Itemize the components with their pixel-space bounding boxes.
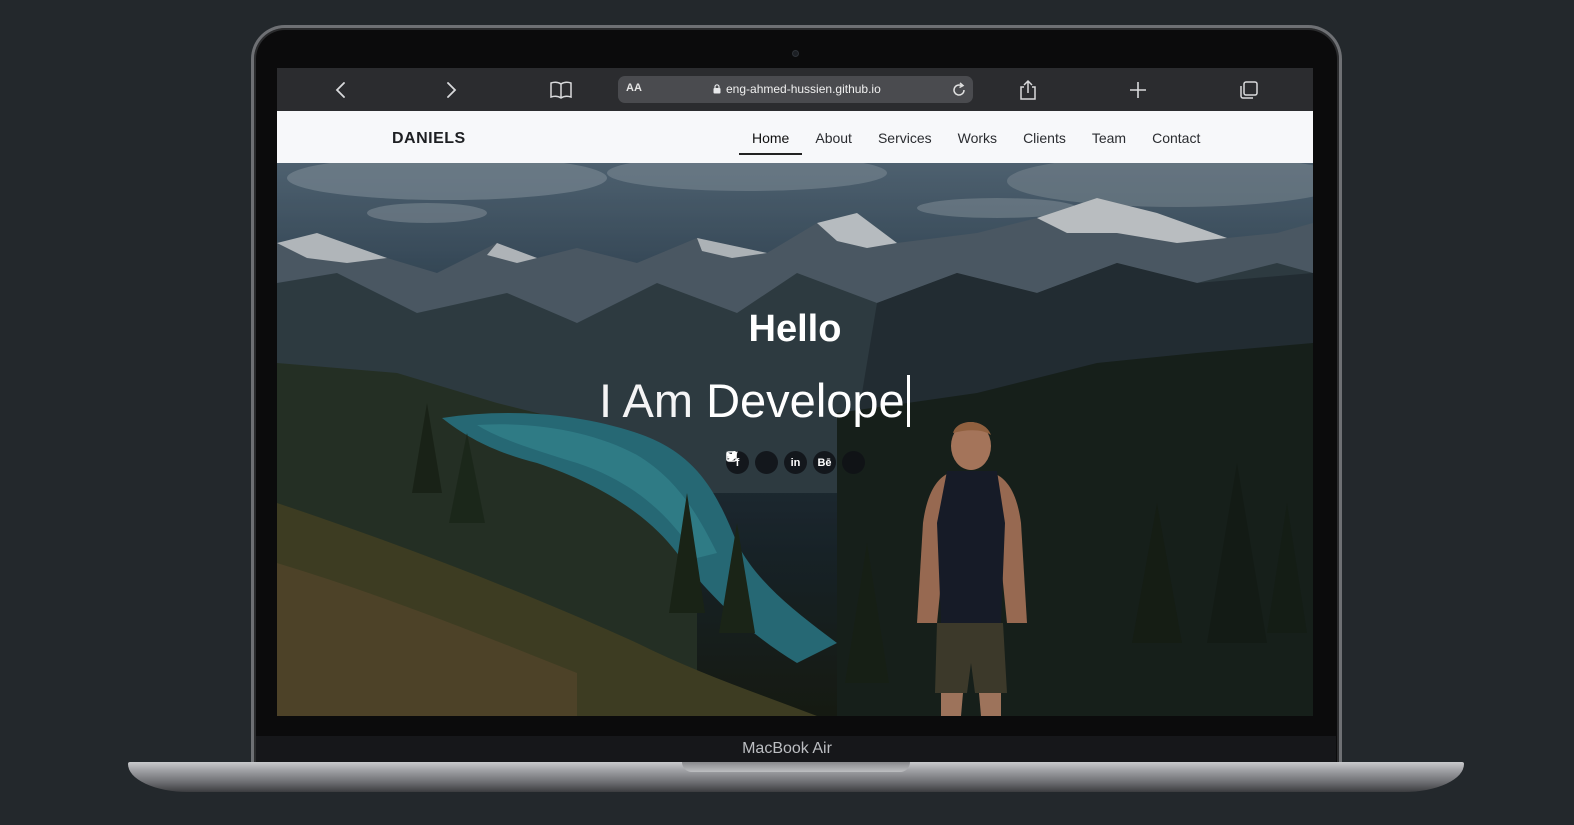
- back-button[interactable]: [328, 77, 354, 103]
- nav-home[interactable]: Home: [739, 130, 803, 155]
- url-text: eng-ahmed-hussien.github.io: [726, 82, 881, 96]
- nav-about[interactable]: About: [802, 130, 865, 146]
- browser-screen: AA eng-ahmed-hussien.github.io DANIELS H…: [277, 68, 1313, 716]
- hero-section: Hello I Am Develope f in Bē: [277, 163, 1313, 716]
- browser-toolbar: AA eng-ahmed-hussien.github.io: [277, 68, 1313, 111]
- site-logo[interactable]: DANIELS: [392, 130, 466, 148]
- hero-role-line: I Am Develope: [599, 373, 910, 428]
- chevron-right-icon: [447, 82, 457, 98]
- nav-services[interactable]: Services: [865, 130, 945, 146]
- tabs-icon: [1240, 81, 1258, 99]
- stage: AA eng-ahmed-hussien.github.io DANIELS H…: [0, 0, 1574, 825]
- twitter-icon[interactable]: [726, 451, 778, 474]
- hero-overlay: [277, 163, 1313, 716]
- device-label: MacBook Air: [742, 740, 832, 757]
- nav-works[interactable]: Works: [945, 130, 1010, 146]
- instagram-icon[interactable]: [726, 451, 865, 474]
- behance-icon[interactable]: Bē: [813, 451, 836, 474]
- new-tab-button[interactable]: [1125, 77, 1151, 103]
- lock-icon: [713, 84, 721, 94]
- book-icon: [550, 81, 572, 99]
- linkedin-icon[interactable]: in: [784, 451, 807, 474]
- camera: [792, 50, 799, 57]
- plus-icon: [1130, 82, 1146, 98]
- bookmarks-button[interactable]: [548, 77, 574, 103]
- hero-role-word: Develope: [706, 374, 905, 427]
- forward-button[interactable]: [438, 77, 464, 103]
- typing-caret: [906, 375, 910, 427]
- reload-icon[interactable]: [949, 80, 969, 100]
- nav-contact[interactable]: Contact: [1139, 130, 1213, 146]
- social-links: f in Bē: [726, 451, 865, 474]
- share-button[interactable]: [1015, 77, 1041, 103]
- nav-team[interactable]: Team: [1079, 130, 1139, 146]
- laptop-notch: [682, 762, 910, 772]
- share-icon: [1020, 79, 1036, 100]
- hero-role-prefix: I Am: [599, 374, 694, 427]
- chevron-left-icon: [335, 82, 345, 98]
- hero-greeting: Hello: [748, 308, 842, 350]
- nav-menu: Home About Services Works Clients Team C…: [739, 130, 1213, 155]
- nav-clients[interactable]: Clients: [1010, 130, 1079, 146]
- address-bar[interactable]: AA eng-ahmed-hussien.github.io: [618, 76, 973, 103]
- text-size-button[interactable]: AA: [626, 82, 642, 94]
- site-navbar: DANIELS Home About Services Works Client…: [277, 111, 1313, 163]
- tabs-overview-button[interactable]: [1236, 77, 1262, 103]
